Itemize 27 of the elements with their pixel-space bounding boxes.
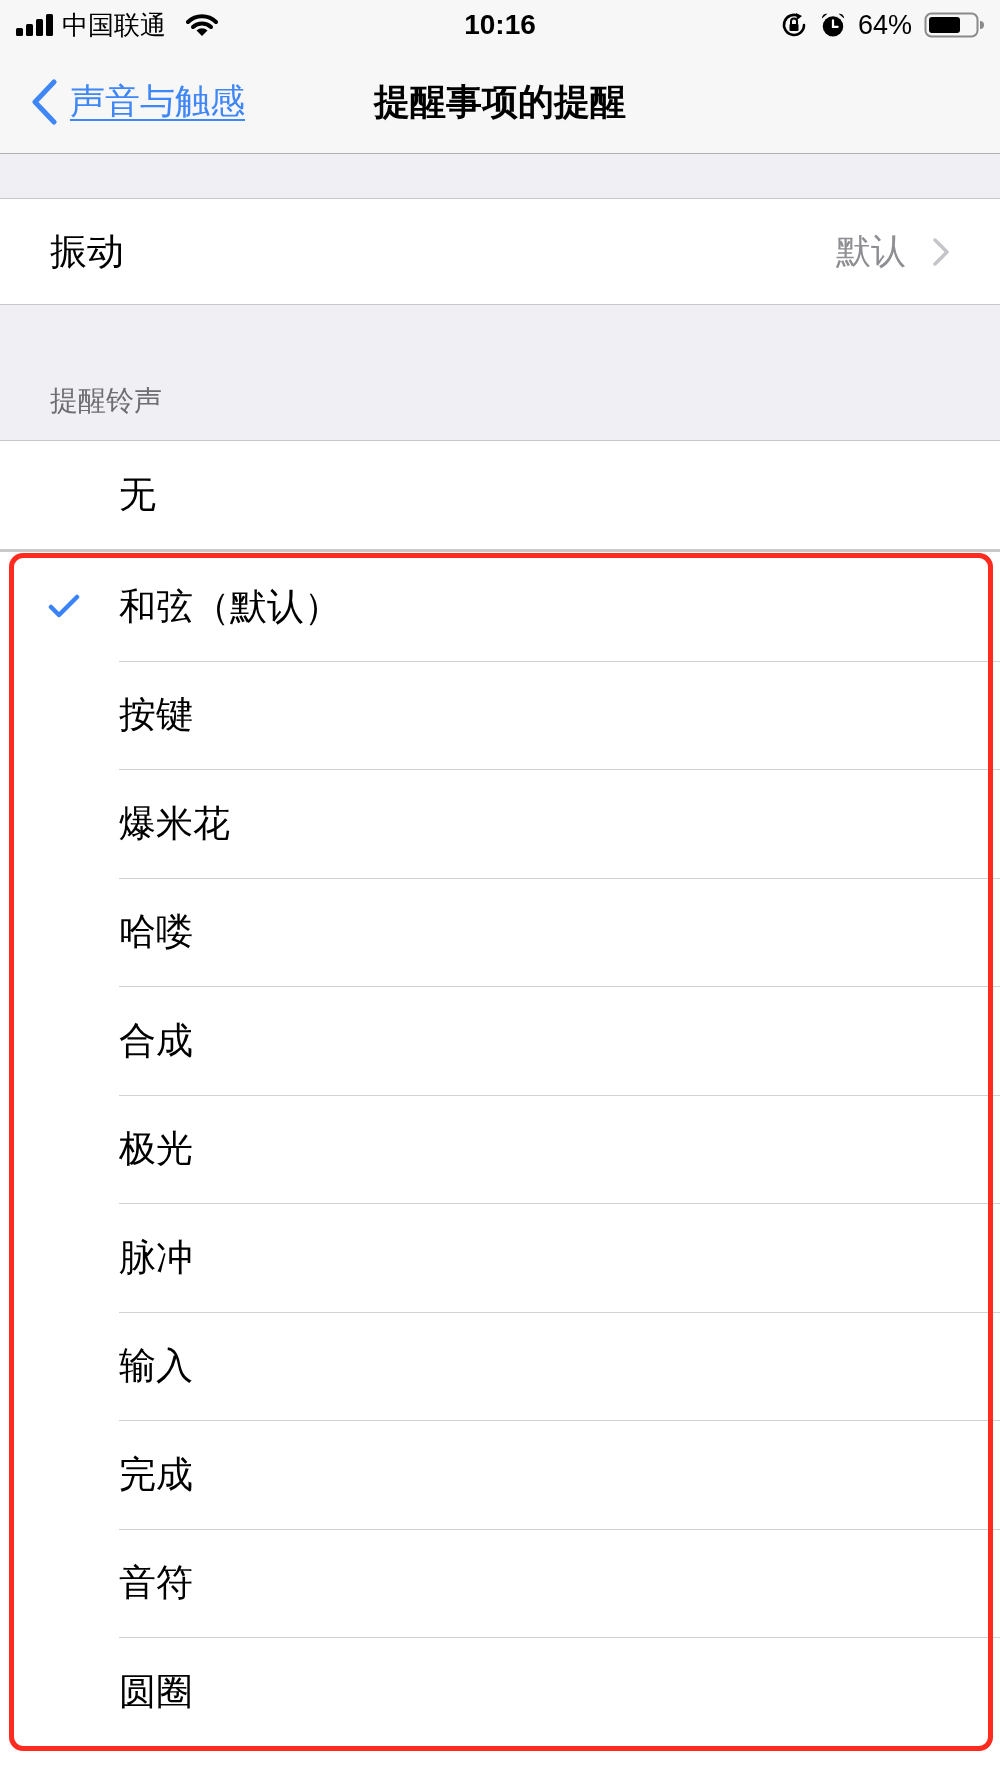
battery-icon [924,12,984,38]
wifi-icon [186,13,218,37]
battery-percent: 64% [857,11,912,39]
ringtone-option[interactable]: 极光 [0,1094,1000,1203]
ringtone-option[interactable]: 合成 [0,986,1000,1095]
ringtone-option[interactable]: 无 [0,441,1000,549]
ringtone-option[interactable]: 按键 [0,660,1000,769]
chevron-left-icon [30,78,58,125]
section-header: 提醒铃声 [50,384,162,418]
alarm-clock-icon [819,12,846,38]
ringtone-option[interactable]: 音符 [0,1528,1000,1637]
carrier-name: 中国联通 [62,12,166,38]
ringtone-option[interactable]: 圆圈 [0,1637,1000,1746]
chevron-right-icon [932,236,950,267]
ringtone-option[interactable]: 完成 [0,1420,1000,1529]
status-time: 10:16 [464,11,536,39]
ringtone-option[interactable]: 输入 [0,1311,1000,1420]
page-title: 提醒事项的提醒 [374,79,626,124]
signal-icon [16,14,54,36]
setting-label: 振动 [50,229,124,274]
setting-value: 默认 [836,230,906,273]
ringtone-option[interactable]: 和弦（默认） [0,552,1000,661]
checkmark-icon [48,594,80,619]
ringtone-option[interactable]: 爆米花 [0,769,1000,878]
ringtone-option[interactable]: 脉冲 [0,1203,1000,1312]
vibration-setting-row[interactable]: 振动 默认 [0,198,1000,305]
ringtone-option[interactable]: 哈喽 [0,877,1000,986]
